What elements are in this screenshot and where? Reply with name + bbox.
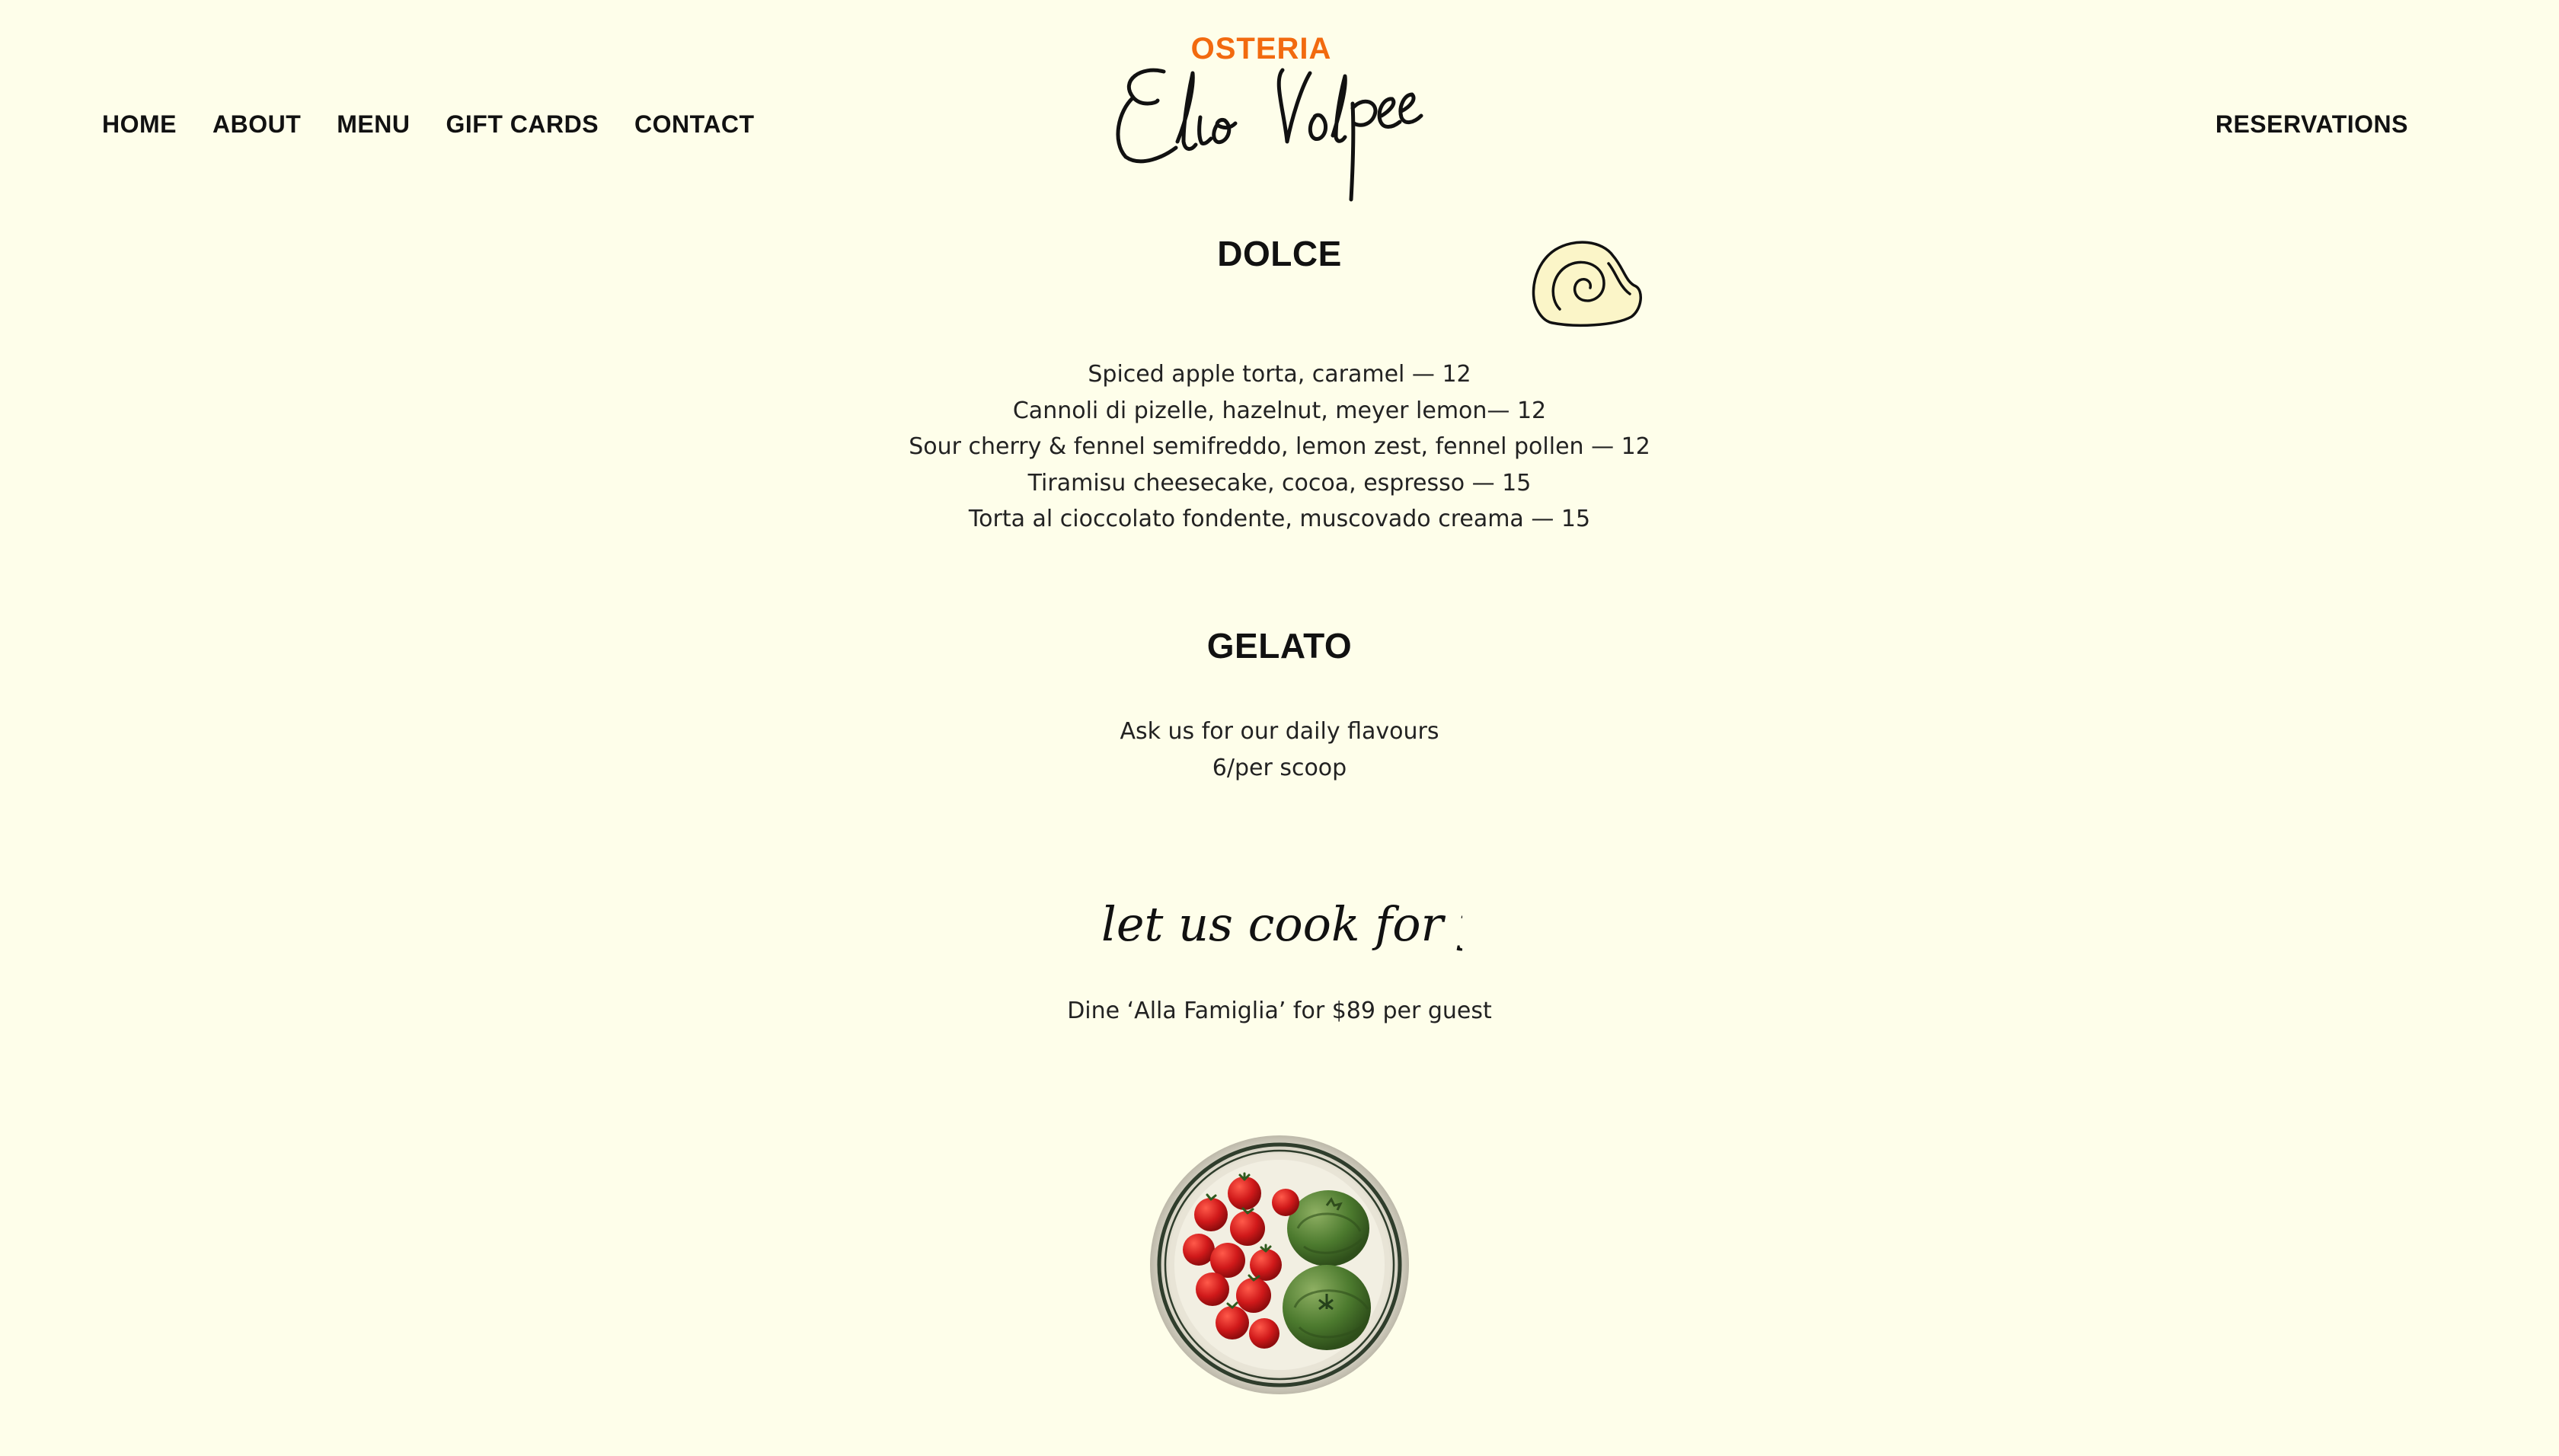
gelato-text: Ask us for our daily flavours 6/per scoo… [0, 714, 2559, 786]
dolce-item: Spiced apple torta, caramel — 12 [1088, 361, 1471, 388]
nav-menu-link[interactable]: MENU [337, 110, 410, 139]
logo-signature-icon [1116, 68, 1423, 202]
main-nav: HOME ABOUT MENU GIFT CARDS CONTACT [102, 110, 791, 139]
dolce-heading: DOLCE [1217, 234, 1342, 273]
gelato-heading: GELATO [1206, 626, 1353, 666]
nav-home-link[interactable]: HOME [102, 110, 177, 139]
nav-gift-cards-link[interactable]: GIFT CARDS [446, 110, 599, 139]
family-script-text: let us cook for you [1101, 896, 1462, 952]
dolce-item: Torta al cioccolato fondente, muscovado … [968, 506, 1591, 532]
family-script-heading: let us cook for you [1101, 896, 1462, 952]
nav-contact-link[interactable]: CONTACT [634, 110, 755, 139]
reservations-link[interactable]: RESERVATIONS [2216, 110, 2408, 139]
dolce-item: Cannoli di pizelle, hazelnut, meyer lemo… [1012, 397, 1547, 424]
gelato-line: Ask us for our daily flavours [1120, 718, 1439, 745]
nav-about-link[interactable]: ABOUT [212, 110, 301, 139]
site-logo[interactable]: OSTERIA [1110, 27, 1446, 203]
dolce-menu-list: Spiced apple torta, caramel — 12 Cannoli… [0, 356, 2559, 538]
dolce-item: Sour cherry & fennel semifreddo, lemon z… [909, 433, 1650, 460]
dolce-item: Tiramisu cheesecake, cocoa, espresso — 1… [1027, 469, 1532, 497]
tomato-plate-image [1150, 1135, 1409, 1394]
family-description: Dine ‘Alla Famiglia’ for $89 per guest [1067, 998, 1492, 1024]
gelato-line: 6/per scoop [1212, 754, 1347, 781]
